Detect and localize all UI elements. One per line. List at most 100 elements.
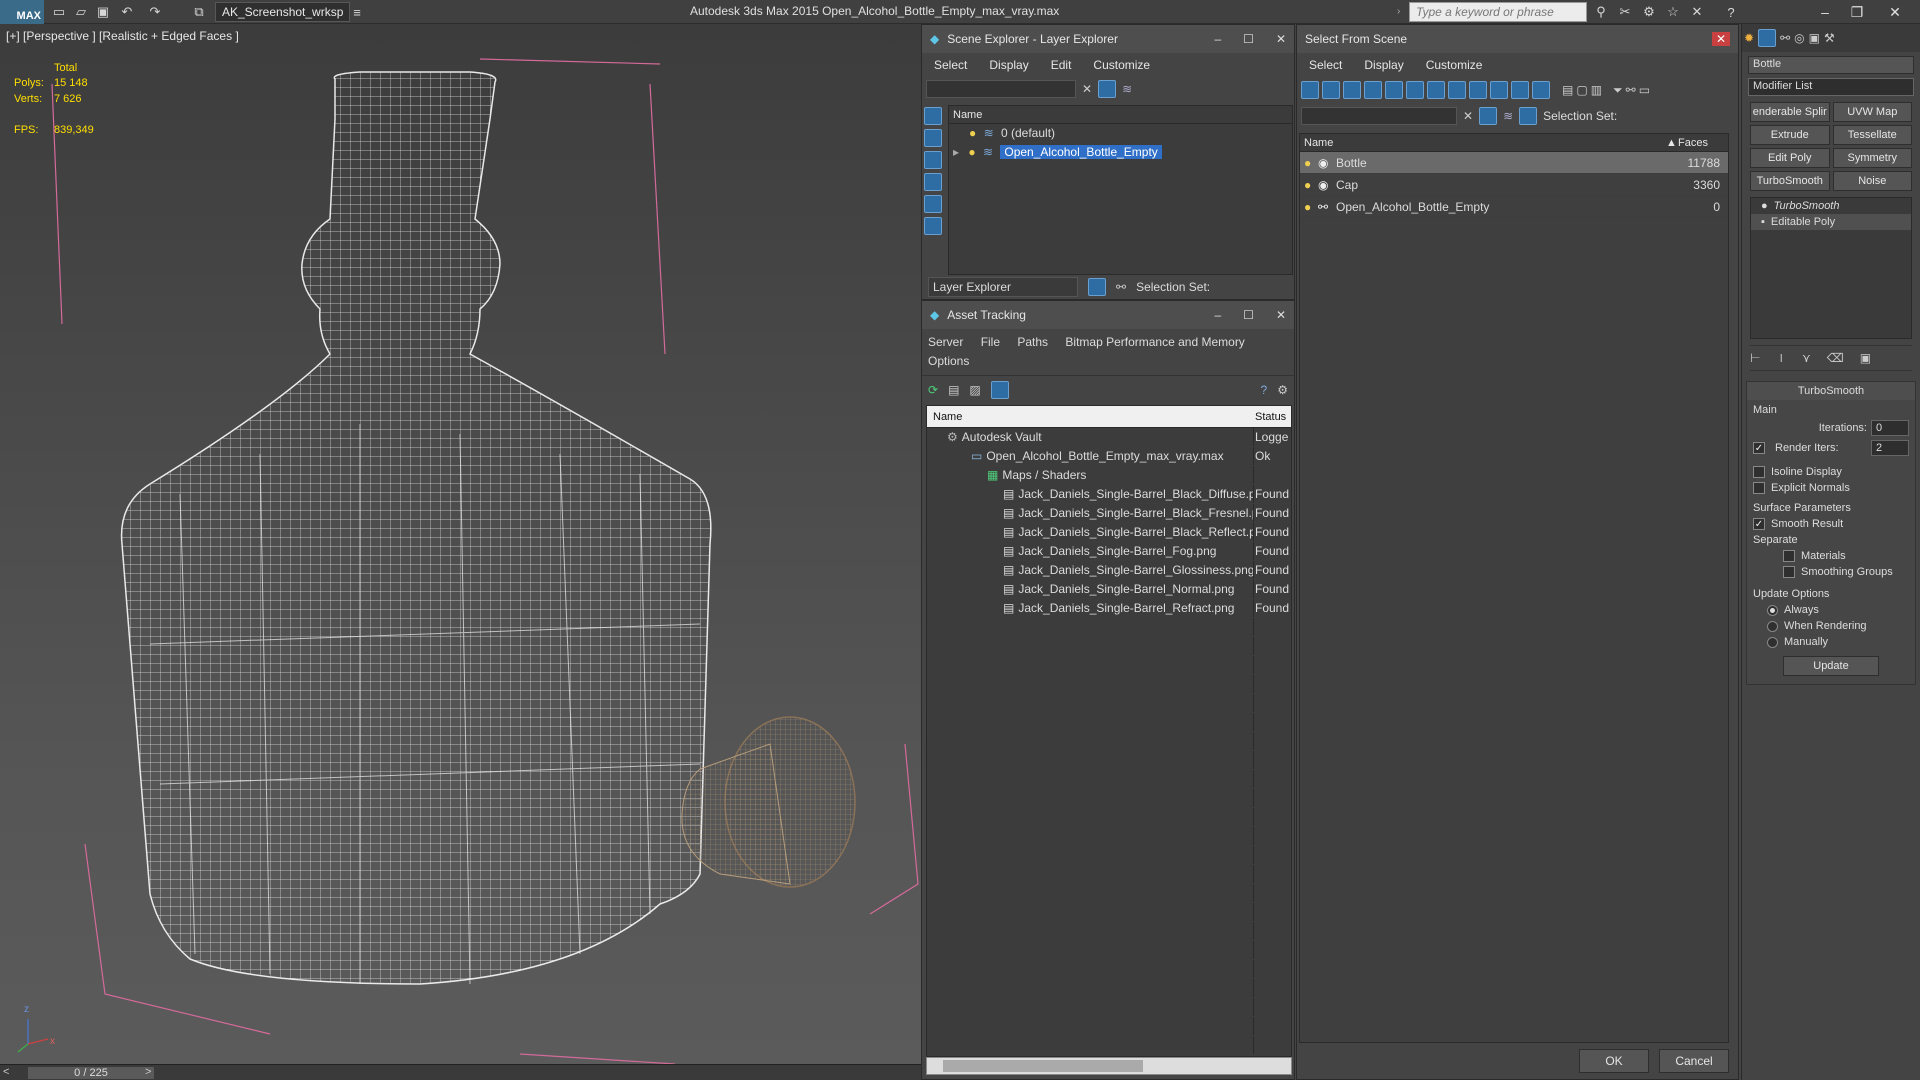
prev-frame-button[interactable]: < xyxy=(3,1066,9,1078)
hierarchy-toggle-icon[interactable] xyxy=(1519,107,1538,125)
modify-tab-icon[interactable] xyxy=(1758,29,1777,47)
configure-sets-icon[interactable]: ▣ xyxy=(1860,351,1871,365)
minimize-icon[interactable]: – xyxy=(1214,32,1221,46)
find-input[interactable] xyxy=(1301,107,1457,125)
display-cameras-icon[interactable] xyxy=(1364,81,1382,99)
make-unique-icon[interactable]: ⋎ xyxy=(1802,351,1811,365)
update-button[interactable]: Update xyxy=(1783,656,1879,676)
asset-row[interactable] xyxy=(927,979,1291,998)
select-from-scene-titlebar[interactable]: Select From Scene ✕ xyxy=(1297,25,1738,53)
hierarchy-icon[interactable]: ⚯ xyxy=(1116,280,1126,294)
app-logo[interactable]: MAX xyxy=(0,0,44,24)
display-helpers-icon[interactable] xyxy=(1385,81,1403,99)
column-status-header[interactable]: Status xyxy=(1255,406,1291,428)
iterations-spinner[interactable]: 0 xyxy=(1871,420,1909,436)
filter-icon[interactable] xyxy=(1098,80,1117,98)
asset-row[interactable]: ▤ Jack_Daniels_Single-Barrel_Black_Diffus… xyxy=(927,485,1291,504)
asset-row[interactable] xyxy=(927,903,1291,922)
asset-row[interactable] xyxy=(927,827,1291,846)
asset-tracking-titlebar[interactable]: ◆ Asset Tracking – ☐ ✕ xyxy=(922,301,1294,329)
show-end-result-icon[interactable]: ⏽ xyxy=(1776,351,1786,366)
object-row[interactable]: ● ◉ Bottle 11788 xyxy=(1300,152,1728,174)
menu-file[interactable]: File xyxy=(981,335,1000,349)
asset-row[interactable] xyxy=(927,1017,1291,1036)
menu-select[interactable]: Select xyxy=(1309,58,1342,72)
menu-customize[interactable]: Customize xyxy=(1093,58,1150,72)
stack-item-turbosmooth[interactable]: ● TurboSmooth xyxy=(1751,198,1911,214)
scrollbar-thumb[interactable] xyxy=(943,1060,1143,1072)
smooth-result-checkbox[interactable]: ✓ xyxy=(1753,518,1765,530)
smoothing-groups-checkbox[interactable] xyxy=(1783,566,1795,578)
display-tab-icon[interactable]: ▣ xyxy=(1809,31,1820,45)
expand-arrow-icon[interactable]: ▸ xyxy=(953,145,959,159)
lightbulb-icon[interactable]: ● xyxy=(968,145,975,159)
when-rendering-radio[interactable] xyxy=(1767,620,1778,632)
asset-row[interactable] xyxy=(927,960,1291,979)
layer-row[interactable]: ▸ ● ≋ Open_Alcohol_Bottle_Empty xyxy=(949,143,1292,162)
tools-icon[interactable]: ✂ xyxy=(1616,3,1634,21)
time-slider[interactable]: < 0 / 225 > xyxy=(0,1064,925,1080)
lightbulb-icon[interactable]: ● xyxy=(1304,152,1311,174)
turbosmooth-button[interactable]: TurboSmooth xyxy=(1750,171,1830,191)
asset-row[interactable] xyxy=(927,694,1291,713)
favorites-icon[interactable]: ☆ xyxy=(1664,3,1682,21)
asset-row[interactable] xyxy=(927,656,1291,675)
workspace-dropdown[interactable]: AK_Screenshot_wrksp xyxy=(215,2,350,22)
display-spacewarps-icon[interactable] xyxy=(924,217,942,235)
perspective-viewport[interactable]: [+] [Perspective ] [Realistic + Edged Fa… xyxy=(0,24,925,1064)
menu-server[interactable]: Server xyxy=(928,335,963,349)
stack-item-editable-poly[interactable]: ▪ Editable Poly xyxy=(1751,214,1911,230)
asset-row[interactable] xyxy=(927,998,1291,1017)
asset-row[interactable] xyxy=(927,637,1291,656)
menu-select[interactable]: Select xyxy=(934,58,967,72)
search-expand-icon[interactable]: › xyxy=(1397,6,1407,18)
find-input[interactable] xyxy=(926,80,1076,98)
utilities-tab-icon[interactable]: ⚒ xyxy=(1824,31,1835,45)
renderable-spline-button[interactable]: enderable Splir xyxy=(1750,102,1830,122)
menu-paths[interactable]: Paths xyxy=(1017,335,1048,349)
asset-row[interactable] xyxy=(927,941,1291,960)
help-icon[interactable]: ? xyxy=(1261,383,1268,397)
column-name-header[interactable]: Name xyxy=(949,106,1292,124)
extrude-button[interactable]: Extrude xyxy=(1750,125,1830,145)
search-input[interactable]: Type a keyword or phrase xyxy=(1409,2,1587,22)
table-view-icon[interactable] xyxy=(990,380,1009,399)
asset-row[interactable] xyxy=(927,618,1291,637)
horizontal-scrollbar[interactable] xyxy=(926,1057,1292,1075)
pin-stack-icon[interactable]: ⊢ xyxy=(1750,351,1760,365)
asset-row[interactable]: ▤ Jack_Daniels_Single-Barrel_Black_Fresne… xyxy=(927,504,1291,523)
column-name-header[interactable]: Name xyxy=(927,406,1253,428)
clear-find-icon[interactable]: ✕ xyxy=(1082,82,1092,96)
frame-counter[interactable]: 0 / 225 xyxy=(28,1067,154,1079)
asset-row[interactable] xyxy=(927,1036,1291,1055)
remove-modifier-icon[interactable]: ⌫ xyxy=(1827,351,1844,365)
menu-bitmap-performance[interactable]: Bitmap Performance and Memory xyxy=(1065,335,1244,349)
menu-display[interactable]: Display xyxy=(1364,58,1403,72)
list-view-icon[interactable]: ▤ xyxy=(948,383,959,397)
save-icon[interactable]: ▣ xyxy=(94,3,112,21)
restore-icon[interactable]: ❐ xyxy=(1842,2,1872,22)
asset-row[interactable] xyxy=(927,675,1291,694)
display-geometry-icon[interactable] xyxy=(1301,81,1319,99)
maximize-icon[interactable]: ☐ xyxy=(1243,308,1254,322)
asset-row[interactable]: ▤ Jack_Daniels_Single-Barrel_Glossiness.p… xyxy=(927,561,1291,580)
motion-tab-icon[interactable]: ◎ xyxy=(1794,31,1804,45)
asset-row[interactable] xyxy=(927,846,1291,865)
rollout-title[interactable]: TurboSmooth xyxy=(1747,382,1915,400)
filter-funnel-icon[interactable]: ⏷ xyxy=(1613,83,1623,98)
minimize-icon[interactable]: – xyxy=(1810,2,1840,22)
asset-row[interactable] xyxy=(927,884,1291,903)
asset-row[interactable] xyxy=(927,808,1291,827)
noise-button[interactable]: Noise xyxy=(1832,171,1912,191)
columns-icon[interactable]: ▭ xyxy=(1639,83,1650,97)
object-name-field[interactable]: Bottle xyxy=(1748,56,1914,74)
object-row[interactable]: ● ⚯ Open_Alcohol_Bottle_Empty 0 xyxy=(1300,196,1728,218)
open-file-icon[interactable]: ▱ xyxy=(72,3,90,21)
asset-row[interactable] xyxy=(927,751,1291,770)
asset-row[interactable]: ▭ Open_Alcohol_Bottle_Empty_max_vray.max O… xyxy=(927,447,1291,466)
hierarchy-tab-icon[interactable]: ⚯ xyxy=(1780,31,1790,45)
menu-customize[interactable]: Customize xyxy=(1426,58,1483,72)
asset-row[interactable]: ▤ Jack_Daniels_Single-Barrel_Fog.png Found xyxy=(927,542,1291,561)
asset-row[interactable] xyxy=(927,732,1291,751)
close-icon[interactable]: ✕ xyxy=(1276,308,1286,322)
